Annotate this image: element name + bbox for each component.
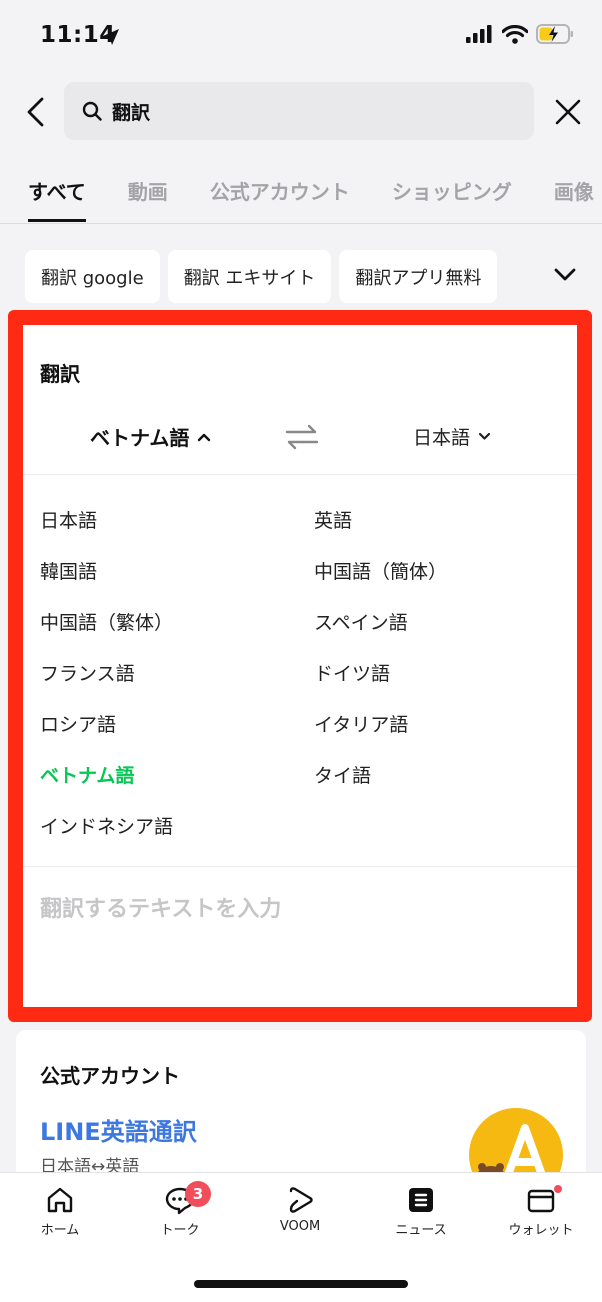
tab-images[interactable]: 画像 <box>554 160 594 223</box>
wifi-icon <box>502 24 528 44</box>
unread-badge: 3 <box>185 1181 211 1207</box>
nav-voom[interactable]: VOOM <box>255 1185 345 1234</box>
chevron-down-icon <box>478 432 491 440</box>
search-category-tabs: すべて 動画 公式アカウント ショッピング 画像 <box>0 160 602 224</box>
notification-dot <box>554 1185 562 1193</box>
language-option-vietnamese[interactable]: ベトナム語 <box>40 761 134 788</box>
search-icon <box>82 101 102 121</box>
location-arrow-icon <box>103 29 119 45</box>
language-option-french[interactable]: フランス語 <box>40 659 135 686</box>
language-option-italian[interactable]: イタリア語 <box>314 710 408 737</box>
divider <box>23 866 577 867</box>
news-icon <box>409 1188 433 1212</box>
tab-official-accounts[interactable]: 公式アカウント <box>210 160 350 223</box>
swap-languages-icon[interactable] <box>283 422 321 452</box>
language-option-spanish[interactable]: スペイン語 <box>314 608 408 635</box>
target-language-label: 日本語 <box>413 427 471 449</box>
official-account-heading: 公式アカウント <box>40 1064 180 1088</box>
language-option-english[interactable]: 英語 <box>314 506 352 533</box>
nav-voom-label: VOOM <box>279 1219 321 1234</box>
nav-news[interactable]: ニュース <box>376 1185 466 1238</box>
translator-title: 翻訳 <box>40 362 80 386</box>
tab-all[interactable]: すべて <box>28 160 86 223</box>
suggestion-chip[interactable]: 翻訳 エキサイト <box>167 250 332 303</box>
nav-wallet-label: ウォレット <box>508 1223 574 1238</box>
suggestion-chips: 翻訳 google 翻訳 エキサイト 翻訳アプリ無料 <box>25 250 498 303</box>
wallet-icon <box>527 1189 555 1213</box>
search-input[interactable] <box>112 100 472 122</box>
home-icon <box>47 1187 73 1213</box>
language-option-thai[interactable]: タイ語 <box>314 761 371 788</box>
target-language-selector[interactable]: 日本語 <box>413 423 491 450</box>
chevron-up-icon <box>198 433 211 441</box>
chevron-down-icon <box>554 268 576 281</box>
nav-talk[interactable]: 3 トーク <box>135 1181 225 1238</box>
battery-charging-icon <box>536 24 573 44</box>
chevron-left-icon <box>27 97 44 127</box>
suggestion-chip[interactable]: 翻訳アプリ無料 <box>339 250 498 303</box>
close-icon <box>555 99 581 125</box>
voom-icon <box>289 1187 313 1213</box>
official-account-name-link[interactable]: LINE英語通訳 <box>40 1112 197 1147</box>
language-option-indonesian[interactable]: インドネシア語 <box>40 812 173 839</box>
search-field[interactable] <box>64 82 534 140</box>
nav-talk-label: トーク <box>160 1223 200 1238</box>
expand-suggestions-button[interactable] <box>548 262 582 288</box>
language-option-korean[interactable]: 韓国語 <box>40 557 97 584</box>
suggestion-chip[interactable]: 翻訳 google <box>25 250 160 303</box>
divider <box>23 474 577 475</box>
clear-search-button[interactable] <box>550 94 586 130</box>
nav-home[interactable]: ホーム <box>15 1185 105 1238</box>
tab-video[interactable]: 動画 <box>128 160 168 223</box>
nav-home-label: ホーム <box>40 1223 80 1238</box>
language-option-japanese[interactable]: 日本語 <box>40 506 97 533</box>
language-option-chinese-simplified[interactable]: 中国語（簡体） <box>314 557 447 584</box>
back-button[interactable] <box>18 92 52 132</box>
source-language-label: ベトナム語 <box>90 426 190 450</box>
language-option-chinese-traditional[interactable]: 中国語（繁体） <box>40 608 173 635</box>
home-indicator[interactable] <box>194 1280 408 1288</box>
nav-wallet[interactable]: ウォレット <box>496 1185 586 1238</box>
translation-text-input[interactable] <box>40 897 560 922</box>
status-indicators <box>466 24 574 44</box>
tab-shopping[interactable]: ショッピング <box>392 160 512 223</box>
cellular-signal-icon <box>466 25 492 43</box>
language-option-russian[interactable]: ロシア語 <box>40 710 116 737</box>
source-language-selector[interactable]: ベトナム語 <box>90 422 211 451</box>
language-option-german[interactable]: ドイツ語 <box>314 659 390 686</box>
nav-news-label: ニュース <box>395 1223 447 1238</box>
